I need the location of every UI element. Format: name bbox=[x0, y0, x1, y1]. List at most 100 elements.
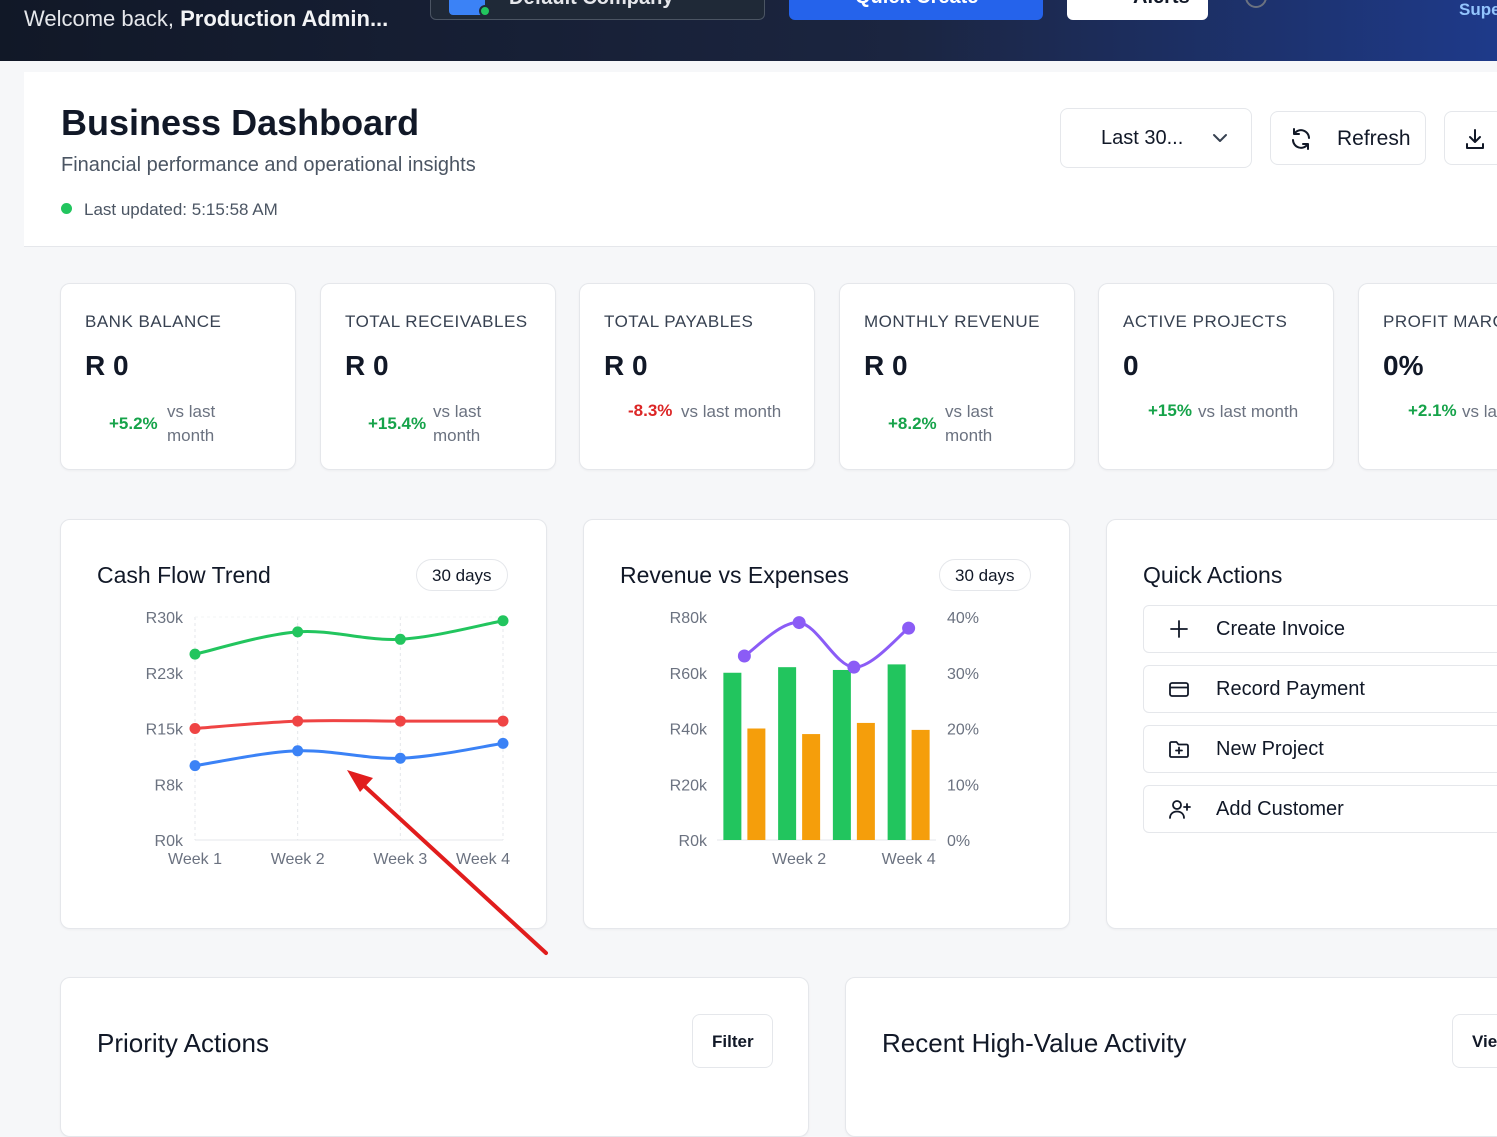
last-updated-status: Last updated: 5:15:58 AM bbox=[61, 200, 278, 220]
data-point bbox=[292, 715, 304, 727]
kpi-title: TOTAL RECEIVABLES bbox=[345, 312, 528, 331]
data-point bbox=[394, 715, 406, 727]
view-all-label: Vie bbox=[1472, 1032, 1497, 1051]
kpi-compare: vs last month bbox=[167, 402, 216, 445]
quick-create-label: Quick Create bbox=[855, 0, 978, 9]
kpi-compare: vs last month bbox=[433, 402, 482, 445]
help-icon[interactable] bbox=[1245, 0, 1267, 8]
kpi-title: BANK BALANCE bbox=[85, 312, 222, 331]
kpi-card-active-projects[interactable]: ACTIVE PROJECTS 0 +15% vs last month bbox=[1098, 283, 1334, 470]
series-line bbox=[194, 741, 504, 768]
kpi-card-bank-balance[interactable]: BANK BALANCE R 0 +5.2% vs last month bbox=[60, 283, 296, 470]
data-point bbox=[847, 660, 861, 674]
kpi-delta: +5.2% bbox=[109, 414, 158, 433]
online-status-dot bbox=[479, 5, 491, 17]
download-button[interactable] bbox=[1444, 111, 1497, 165]
y2-tick-label: 0% bbox=[947, 833, 970, 850]
kpi-value: R 0 bbox=[864, 350, 908, 381]
kpi-compare: vs last month bbox=[1198, 402, 1299, 421]
kpi-value: R 0 bbox=[85, 350, 129, 381]
kpi-value: R 0 bbox=[345, 350, 389, 381]
data-point bbox=[394, 633, 406, 645]
refresh-label: Refresh bbox=[1337, 127, 1411, 150]
y-tick-label: R8k bbox=[155, 777, 184, 794]
series-line bbox=[194, 619, 504, 656]
company-name: Default Company bbox=[509, 0, 673, 10]
last-updated-text: Last updated: 5:15:58 AM bbox=[84, 200, 278, 219]
kpi-compare: vs last month bbox=[681, 402, 782, 421]
bar bbox=[887, 664, 906, 840]
kpi-title: MONTHLY REVENUE bbox=[864, 312, 1040, 331]
folder-plus-icon bbox=[1169, 741, 1189, 758]
record-payment-button[interactable]: Record Payment bbox=[1143, 665, 1497, 713]
chevron-down-icon bbox=[1213, 134, 1227, 142]
y-tick-label: R30k bbox=[146, 610, 184, 627]
y-tick-label: R0k bbox=[155, 833, 184, 850]
kpi-delta: +15.4% bbox=[368, 414, 427, 433]
data-point bbox=[497, 715, 509, 727]
series-line bbox=[743, 621, 910, 669]
super-admin-label: Supe bbox=[1459, 0, 1497, 19]
kpi-card-total-receivables[interactable]: TOTAL RECEIVABLES R 0 +15.4% vs last mon… bbox=[320, 283, 556, 470]
bar bbox=[911, 729, 930, 840]
download-icon bbox=[1466, 129, 1484, 149]
kpi-delta: +15% bbox=[1148, 401, 1192, 420]
user-plus-icon bbox=[1169, 800, 1191, 819]
create-invoice-button[interactable]: Create Invoice bbox=[1143, 605, 1497, 653]
kpi-title: ACTIVE PROJECTS bbox=[1123, 312, 1288, 331]
y-tick-label: R60k bbox=[670, 666, 708, 683]
kpi-value: R 0 bbox=[604, 350, 648, 381]
refresh-button[interactable]: Refresh bbox=[1270, 111, 1426, 165]
dashboard-header: Business Dashboard Financial performance… bbox=[24, 72, 1497, 247]
data-point bbox=[497, 737, 509, 749]
bar bbox=[723, 672, 742, 840]
data-point bbox=[497, 615, 509, 627]
credit-card-icon bbox=[1169, 682, 1189, 697]
welcome-prefix: Welcome back, bbox=[24, 6, 181, 31]
date-range-select[interactable]: Last 30... bbox=[1060, 108, 1252, 168]
kpi-compare: vs la bbox=[1462, 402, 1497, 421]
data-point bbox=[394, 752, 406, 764]
kpi-card-total-payables[interactable]: TOTAL PAYABLES R 0 -8.3% vs last month bbox=[579, 283, 815, 470]
data-point bbox=[292, 745, 304, 757]
kpi-value: 0 bbox=[1123, 350, 1139, 381]
company-selector[interactable]: Default Company bbox=[430, 0, 765, 20]
add-customer-button[interactable]: Add Customer bbox=[1143, 785, 1497, 833]
quick-create-button[interactable]: Quick Create bbox=[789, 0, 1043, 20]
bar bbox=[747, 728, 766, 840]
plus-icon bbox=[1170, 620, 1188, 638]
data-point bbox=[189, 723, 201, 734]
x-tick-label: Week 2 bbox=[271, 851, 325, 868]
y-tick-label: R15k bbox=[146, 722, 184, 739]
y2-tick-label: 10% bbox=[947, 777, 979, 794]
kpi-compare: vs last month bbox=[945, 402, 994, 445]
kpi-card-monthly-revenue[interactable]: MONTHLY REVENUE R 0 +8.2% vs last month bbox=[839, 283, 1075, 470]
x-tick-label: Week 3 bbox=[373, 851, 427, 868]
kpi-card-profit-margin[interactable]: PROFIT MARGIN 0% +2.1% vs la bbox=[1358, 283, 1497, 470]
live-status-dot bbox=[61, 203, 72, 214]
cash-flow-trend-card: Cash Flow Trend 30 days R0k R8k R15k R23k R3… bbox=[60, 519, 547, 929]
action-label: Record Payment bbox=[1216, 678, 1365, 700]
x-tick-label: Week 4 bbox=[456, 851, 510, 868]
kpi-delta: -8.3% bbox=[628, 401, 673, 420]
y-tick-label: R40k bbox=[670, 722, 708, 739]
x-tick-label: Week 1 bbox=[168, 851, 222, 868]
action-label: Add Customer bbox=[1216, 798, 1344, 820]
card-title: Quick Actions bbox=[1143, 562, 1283, 588]
cash-flow-chart: R0k R8k R15k R23k R30k Week 1 Week 2 Week 3 Week… bbox=[146, 610, 510, 868]
quick-actions-card: Quick Actions Create Invoice Record Paym… bbox=[1106, 519, 1497, 929]
bar bbox=[778, 667, 797, 840]
data-point bbox=[189, 760, 201, 772]
refresh-icon bbox=[1292, 128, 1310, 150]
card-title: Priority Actions bbox=[97, 1028, 269, 1058]
view-all-button[interactable]: Vie bbox=[1452, 1014, 1497, 1068]
new-project-button[interactable]: New Project bbox=[1143, 725, 1497, 773]
recent-activity-card: Recent High-Value Activity Vie bbox=[845, 977, 1497, 1137]
alerts-button[interactable]: Alerts bbox=[1067, 0, 1208, 20]
revenue-vs-expenses-card: Revenue vs Expenses 30 days R0k R20k R40k R… bbox=[583, 519, 1070, 929]
series-line bbox=[194, 719, 503, 730]
date-range-value: Last 30... bbox=[1101, 127, 1184, 149]
filter-button[interactable]: Filter bbox=[692, 1014, 773, 1068]
welcome-message: Welcome back, Production Admin... bbox=[24, 6, 388, 32]
kpi-title: TOTAL PAYABLES bbox=[604, 312, 754, 331]
